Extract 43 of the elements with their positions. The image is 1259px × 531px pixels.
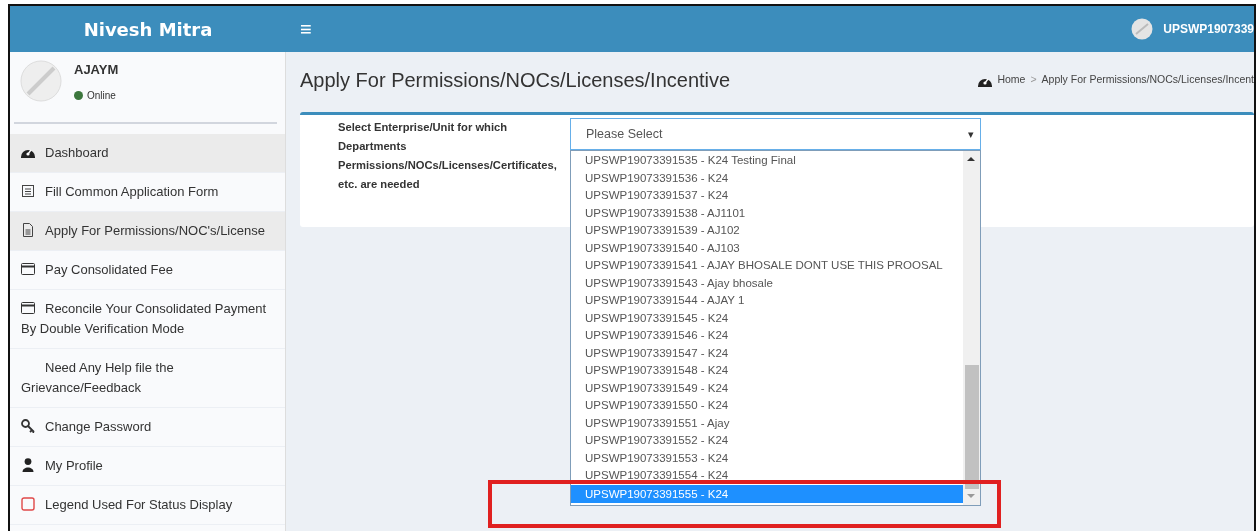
breadcrumb-link[interactable]: Apply For Permissions/NOCs/Licenses/Incent [1041, 72, 1254, 88]
sidebar-item[interactable]: Dashboard [10, 134, 285, 173]
user-id[interactable]: UPSWP1907339 [1163, 20, 1254, 38]
status-text: Online [87, 88, 116, 103]
dropdown-option[interactable]: UPSWP19073391539 - AJ102 [571, 222, 963, 240]
field-label: Select Enterprise/Unit for which Departments Permissions/NOCs/Licenses/Certificates, etc. are needed [338, 120, 557, 192]
page-title: Apply For Permissions/NOCs/Licenses/Incentive [300, 68, 731, 92]
dropdown-option[interactable]: UPSWP19073391540 - AJ103 [571, 239, 963, 257]
user-icon [21, 458, 35, 472]
select-field[interactable]: Please Select ▾ [570, 118, 981, 150]
dropdown-option[interactable]: UPSWP19073391551 - Ajay [571, 414, 963, 432]
avatar-icon [1131, 18, 1154, 40]
form-icon [21, 184, 35, 198]
dropdown-option[interactable]: UPSWP19073391552 - K24 [571, 432, 963, 450]
dropdown-option[interactable]: UPSWP19073391549 - K24 [571, 379, 963, 397]
dropdown-option[interactable]: UPSWP19073391546 - K24 [571, 327, 963, 345]
dropdown-option[interactable]: UPSWP19073391554 - K24 [571, 467, 963, 485]
menu-toggle[interactable]: ≡ [286, 14, 326, 44]
credit-card-icon [21, 301, 35, 315]
square-icon [21, 497, 35, 511]
credit-card-icon [21, 262, 35, 276]
dropdown-option[interactable]: UPSWP19073391548 - K24 [571, 362, 963, 380]
brand-logo: Nivesh Mitra [82, 17, 214, 42]
sidebar-item[interactable]: Apply For Permissions/NOC's/License [10, 212, 285, 251]
dropdown-option[interactable]: UPSWP19073391535 - K24 Testing Final [571, 152, 963, 170]
dropdown-option[interactable]: UPSWP19073391538 - AJ1101 [571, 204, 963, 222]
dropdown-option[interactable]: UPSWP19073391536 - K24 [571, 169, 963, 187]
dropdown-option[interactable]: UPSWP19073391547 - K24 [571, 344, 963, 362]
dropdown-option[interactable]: UPSWP19073391537 - K24 [571, 187, 963, 205]
dropdown-option[interactable]: UPSWP19073391553 - K24 [571, 449, 963, 467]
scroll-down-icon [966, 492, 976, 500]
breadcrumb-link[interactable]: Home [997, 72, 1026, 88]
key-icon [21, 419, 35, 433]
dropdown-option[interactable]: UPSWP19073391550 - K24 [571, 397, 963, 415]
dropdown-option[interactable]: UPSWP19073391544 - AJAY 1 [571, 292, 963, 310]
dropdown-option[interactable]: UPSWP19073391543 - Ajay bhosale [571, 274, 963, 292]
dropdown-option[interactable]: UPSWP19073391545 - K24 [571, 309, 963, 327]
breadcrumb-separator: > [1030, 72, 1037, 88]
user-name: AJAYM [74, 61, 119, 79]
avatar-icon [20, 60, 62, 102]
document-icon [21, 223, 35, 237]
scroll-up-icon [966, 155, 976, 163]
dropdown-option[interactable]: UPSWP19073391541 - AJAY BHOSALE DONT USE THIS PROOSAL [571, 257, 963, 275]
